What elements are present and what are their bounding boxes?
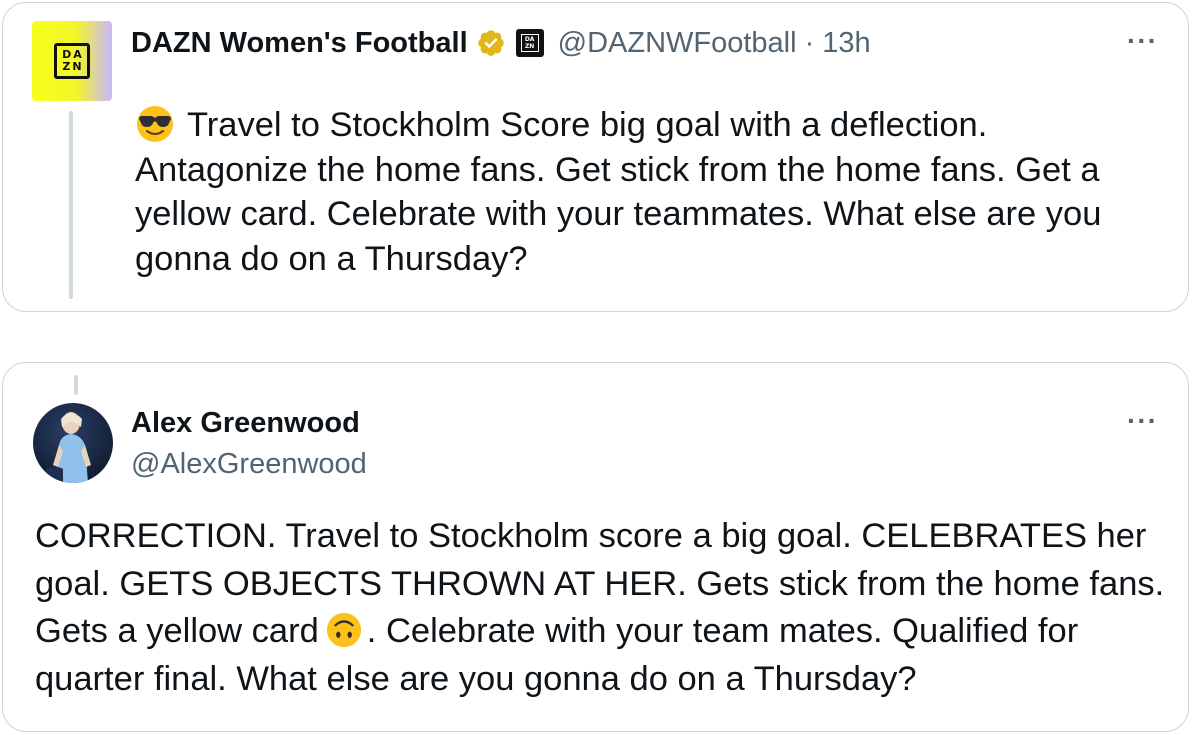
tweet-header: DAZN Women's Football DA ZN @DAZNWFootba…: [131, 23, 871, 63]
quoted-tweet-card[interactable]: DA ZN DAZN Women's Football DA ZN @DAZNW…: [2, 2, 1189, 312]
alex-greenwood-avatar[interactable]: [33, 403, 113, 483]
affiliate-badge-icon: DA ZN: [515, 29, 544, 57]
author-handle[interactable]: @AlexGreenwood: [131, 443, 367, 485]
tweet-body: Travel to Stockholm Score big goal with …: [135, 106, 1102, 278]
tweet-header: Alex Greenwood @AlexGreenwood: [131, 403, 367, 485]
smiling-face-with-sunglasses-icon: [137, 105, 173, 142]
affiliate-badge-top: DA: [524, 36, 535, 43]
dazn-logo: DA ZN: [54, 43, 90, 79]
dazn-avatar[interactable]: DA ZN: [32, 21, 112, 101]
dazn-logo-bottom: ZN: [62, 60, 84, 73]
tweet-text: Travel to Stockholm Score big goal with …: [135, 103, 1125, 281]
verified-gold-badge-icon: [477, 30, 504, 56]
author-name[interactable]: Alex Greenwood: [131, 403, 367, 443]
author-name[interactable]: DAZN Women's Football: [131, 27, 468, 60]
upside-down-face-icon: [326, 612, 361, 647]
separator-dot: ·: [804, 26, 815, 59]
tweet-text: CORRECTION. Travel to Stockholm score a …: [35, 513, 1165, 703]
more-options-button[interactable]: ···: [1127, 25, 1158, 57]
timestamp[interactable]: 13h: [822, 27, 870, 60]
more-options-button[interactable]: ···: [1127, 405, 1158, 437]
author-handle[interactable]: @DAZNWFootball: [558, 27, 797, 60]
thread-line-top: [74, 375, 78, 395]
thread-line: [69, 111, 73, 299]
main-tweet-card[interactable]: Alex Greenwood @AlexGreenwood ··· CORREC…: [2, 362, 1189, 732]
person-photo-icon: [39, 412, 91, 483]
affiliate-badge-bottom: ZN: [524, 43, 535, 50]
